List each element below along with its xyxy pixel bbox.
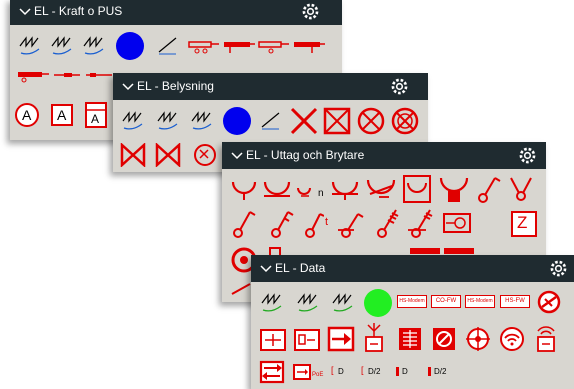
socket-box-icon[interactable] (402, 174, 432, 204)
cable-icon[interactable] (50, 34, 74, 56)
gear-icon[interactable] (548, 258, 569, 279)
boxed-cross-icon[interactable] (323, 107, 351, 135)
data-bracket-icon[interactable]: [ (361, 365, 364, 375)
switch-icon[interactable] (406, 206, 436, 240)
switch-icon[interactable] (302, 208, 324, 240)
data-bar-icon[interactable] (396, 367, 400, 376)
data-bracket-icon[interactable]: [ (331, 365, 334, 375)
blocked-box-icon[interactable] (431, 326, 457, 352)
circle-icon[interactable] (115, 31, 145, 61)
connector-icon[interactable] (84, 69, 114, 83)
chevron-down-icon[interactable] (230, 142, 244, 169)
arrow-box-icon[interactable] (327, 326, 355, 352)
circle-icon[interactable] (222, 106, 252, 136)
bowtie-icon[interactable] (120, 143, 146, 167)
antenna-icon[interactable] (363, 321, 385, 353)
device-label-box[interactable]: HS-Modem (397, 295, 427, 308)
device-label-box[interactable]: CO-FW (431, 295, 461, 308)
chevron-down-icon[interactable] (259, 255, 273, 282)
gear-icon[interactable] (517, 145, 538, 166)
line-icon[interactable] (259, 109, 283, 131)
device-label-box[interactable]: HS-FW (500, 295, 530, 308)
switch-icon[interactable] (475, 174, 501, 204)
chevron-down-icon[interactable] (18, 0, 32, 25)
socket-icon[interactable] (296, 176, 318, 202)
circle-icon[interactable] (363, 288, 393, 318)
connector-icon[interactable] (52, 69, 82, 83)
switch-label-t: t (325, 216, 329, 228)
panel-title: EL - Kraft o PUS (34, 4, 123, 18)
connector-icon[interactable] (16, 69, 50, 83)
socket-label-n: n (318, 188, 324, 199)
socket-icon[interactable] (330, 176, 360, 202)
bowtie-icon[interactable] (155, 143, 181, 167)
line-icon[interactable] (156, 34, 180, 56)
cable-icon[interactable] (121, 109, 145, 131)
cable-icon[interactable] (190, 109, 214, 131)
gear-icon[interactable] (389, 76, 410, 97)
box-z-label: Z (517, 213, 528, 232)
socket-icon[interactable] (438, 174, 470, 204)
network-icon[interactable] (259, 328, 287, 352)
chevron-down-icon[interactable] (121, 73, 135, 100)
wifi-antenna-icon[interactable] (535, 323, 557, 353)
switch-box-icon[interactable] (397, 326, 423, 352)
partial-icon[interactable] (230, 280, 252, 296)
panel-title: EL - Belysning (137, 79, 214, 93)
data-d-label: D (338, 367, 344, 376)
data-bar-icon[interactable] (428, 367, 432, 376)
panel-data: EL - Data HS-Modem CO-FW HS-Modem HS-FW … (251, 255, 574, 389)
data-d2-label: D/2 (368, 367, 381, 376)
data-d-label: D (402, 367, 408, 376)
timer-switch-icon[interactable] (442, 212, 472, 234)
connector-icon[interactable] (257, 38, 291, 56)
circled-cross-icon[interactable] (391, 107, 419, 135)
prohibited-icon[interactable] (537, 290, 561, 314)
switch-icon[interactable] (230, 208, 256, 240)
panel-kraft-titlebar[interactable]: EL - Kraft o PUS (10, 0, 342, 25)
cable-icon[interactable] (331, 291, 355, 313)
poe-label: PoE (312, 372, 324, 378)
letter-a: A (91, 112, 100, 126)
gear-icon[interactable] (300, 1, 321, 22)
device-label-box[interactable]: HS-Modem (465, 295, 495, 308)
cable-icon[interactable] (18, 34, 42, 56)
circled-cross-icon[interactable] (357, 107, 385, 135)
switch-icon[interactable] (336, 208, 366, 240)
connector-icon[interactable] (292, 38, 326, 56)
panel-uttag-titlebar[interactable]: EL - Uttag och Brytare (222, 142, 546, 169)
panel-data-titlebar[interactable]: EL - Data (251, 255, 574, 282)
connector-icon[interactable] (187, 38, 221, 56)
panel-title: EL - Uttag och Brytare (246, 148, 365, 162)
socket-icon[interactable] (230, 176, 258, 202)
letter-a: A (22, 107, 32, 123)
transfer-icon[interactable] (259, 360, 285, 384)
socket-icon[interactable] (262, 176, 292, 202)
target-icon[interactable] (465, 326, 491, 352)
cable-icon[interactable] (260, 291, 284, 313)
connector-icon[interactable] (222, 38, 256, 56)
cable-icon[interactable] (82, 34, 106, 56)
cable-icon[interactable] (156, 109, 180, 131)
switch-icon[interactable] (372, 206, 402, 240)
circled-cross-icon[interactable] (191, 143, 217, 167)
switch-icon[interactable] (268, 208, 294, 240)
panel-belysning-titlebar[interactable]: EL - Belysning (113, 73, 428, 100)
panel-title: EL - Data (275, 261, 326, 275)
data-d2-label: D/2 (434, 367, 447, 376)
switch-icon[interactable] (507, 174, 535, 204)
cable-icon[interactable] (296, 291, 320, 313)
letter-a: A (57, 107, 67, 123)
poe-icon[interactable] (292, 363, 312, 381)
wifi-icon[interactable] (499, 326, 525, 352)
socket-icon[interactable] (365, 176, 397, 202)
network-icon[interactable] (293, 328, 321, 352)
cross-icon[interactable] (290, 107, 318, 135)
